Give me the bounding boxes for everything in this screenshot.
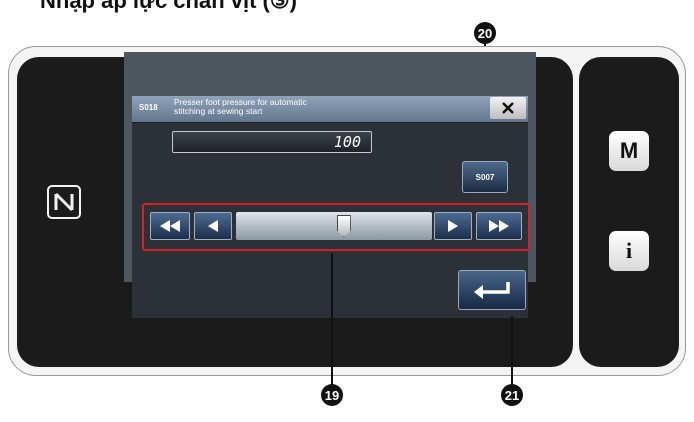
dialog-titlebar: S018 Presser foot pressure for automatic… [132, 96, 528, 123]
callout-19-leader [331, 253, 333, 385]
side-button-panel: M i [579, 57, 679, 367]
increase-button[interactable] [434, 212, 472, 240]
enter-button[interactable] [458, 270, 526, 310]
double-left-arrow-icon [160, 220, 180, 232]
left-arrow-icon [208, 220, 218, 232]
info-button[interactable]: i [609, 231, 649, 271]
callout-21-leader [511, 316, 513, 384]
right-arrow-icon [448, 220, 458, 232]
s007-code-button[interactable]: S007 [462, 161, 508, 193]
setting-code: S018 [139, 103, 158, 112]
close-button[interactable] [490, 97, 526, 119]
enter-icon [474, 282, 510, 299]
pressure-slider-thumb[interactable] [336, 215, 351, 237]
decrease-button[interactable] [194, 212, 232, 240]
pressure-value-field[interactable]: 100 [172, 131, 372, 153]
double-right-arrow-icon [489, 220, 509, 232]
page-heading: Nhập áp lực chân vịt (③) [40, 0, 297, 13]
fast-increase-button[interactable] [476, 212, 522, 240]
callout-19: 19 [321, 384, 343, 406]
pressure-slider-track[interactable] [236, 212, 432, 240]
mode-button[interactable]: M [609, 131, 649, 171]
fast-decrease-button[interactable] [150, 212, 190, 240]
nfc-icon [47, 185, 81, 219]
callout-21: 21 [501, 384, 523, 406]
dialog-title: Presser foot pressure for automatic stit… [174, 98, 307, 116]
close-icon [502, 102, 514, 114]
callout-20: 20 [474, 22, 496, 44]
dialog-title-line2: stitching at sewing start [174, 106, 263, 116]
